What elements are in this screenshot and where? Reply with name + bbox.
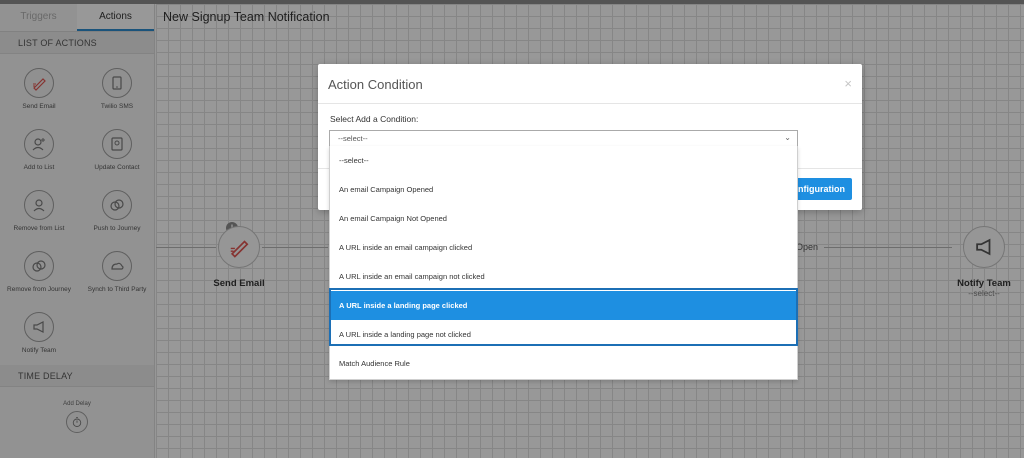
dropdown-option[interactable]: An email Campaign Not Opened xyxy=(330,204,797,233)
dropdown-option-selected[interactable]: A URL inside a landing page clicked xyxy=(330,291,797,320)
dropdown-option[interactable]: A URL inside an email campaign not click… xyxy=(330,262,797,291)
dropdown-option[interactable]: A URL inside an email campaign clicked xyxy=(330,233,797,262)
condition-dropdown-list: --select-- An email Campaign Opened An e… xyxy=(329,146,798,380)
modal-header: Action Condition × xyxy=(318,64,862,104)
select-value: --select-- xyxy=(338,134,368,143)
dropdown-option[interactable]: An email Campaign Opened xyxy=(330,175,797,204)
close-icon[interactable]: × xyxy=(844,76,852,91)
modal-title: Action Condition xyxy=(328,77,423,92)
condition-field-label: Select Add a Condition: xyxy=(330,114,419,124)
dropdown-option[interactable]: A URL inside a landing page not clicked xyxy=(330,320,797,349)
chevron-down-icon: ⌄ xyxy=(784,133,791,142)
condition-select[interactable]: --select-- ⌄ xyxy=(329,130,798,147)
dropdown-option[interactable]: --select-- xyxy=(330,146,797,175)
dropdown-option[interactable]: Match Audience Rule xyxy=(330,349,797,378)
